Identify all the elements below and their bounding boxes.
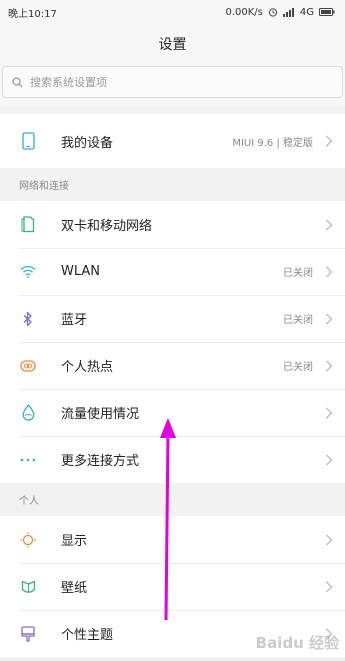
data-usage-icon [19,404,37,422]
search-container: 搜索系统设置项 [0,64,345,106]
wallpaper-icon [19,578,37,596]
chevron-right-icon [326,313,333,324]
status-icons: 0.00K/s 4G [225,7,335,18]
bluetooth-row[interactable]: 蓝牙 已关闭 [0,295,345,342]
more-dots-icon [19,451,37,469]
search-input[interactable]: 搜索系统设置项 [2,66,343,98]
phone-icon [19,132,37,150]
more-connections-label: 更多连接方式 [61,454,140,469]
network-type: 4G [299,6,314,18]
data-usage-row[interactable]: 流量使用情况 [0,389,345,436]
chevron-right-icon [326,407,333,418]
wallpaper-label: 壁纸 [61,581,88,596]
personal-section-heading: 个人 [0,483,345,516]
display-label: 显示 [61,534,88,549]
bluetooth-label: 蓝牙 [61,313,88,328]
hotspot-icon [19,357,37,375]
wlan-row[interactable]: WLAN 已关闭 [0,248,345,295]
chevron-right-icon [326,266,333,277]
bluetooth-status: 已关闭 [283,315,313,326]
network-section-heading: 网络和连接 [0,168,345,201]
status-bar: 晚上10:17 0.00K/s 4G [0,0,345,24]
my-device-version: MIUI 9.6 | 稳定版 [232,137,313,149]
sim-network-row[interactable]: 双卡和移动网络 [0,201,345,248]
chevron-right-icon [326,135,333,147]
wifi-icon [19,263,37,281]
watermark: Baidu 经验 [255,634,339,652]
net-speed: 0.00K/s [225,6,263,18]
hotspot-status: 已关闭 [283,362,313,373]
theme-icon [19,625,37,643]
network-section: 双卡和移动网络 WLAN 已关闭 蓝牙 已关闭 个人热点 已关闭 流量使用情况 [0,201,345,483]
battery-icon [319,8,335,16]
wallpaper-row[interactable]: 壁纸 [0,563,345,610]
status-time: 晚上10:17 [8,8,57,20]
chevron-right-icon [326,360,333,371]
data-usage-label: 流量使用情况 [61,407,140,422]
signal-icon [282,7,295,17]
wlan-status: 已关闭 [283,268,313,279]
alarm-icon [268,7,278,17]
display-icon [19,531,37,549]
page-title: 设置 [0,24,345,64]
chevron-right-icon [326,581,333,592]
display-row[interactable]: 显示 [0,516,345,563]
bluetooth-icon [19,310,37,328]
hotspot-label: 个人热点 [61,360,114,375]
chevron-right-icon [326,219,333,230]
search-icon [12,76,23,87]
more-connections-row[interactable]: 更多连接方式 [0,436,345,483]
my-device-label: 我的设备 [61,135,114,151]
sim-card-icon [19,216,37,234]
search-placeholder: 搜索系统设置项 [30,76,107,89]
wlan-label: WLAN [61,264,101,279]
my-device-row[interactable]: 我的设备 MIUI 9.6 | 稳定版 [0,114,345,168]
sim-network-label: 双卡和移动网络 [61,219,153,234]
device-section: 我的设备 MIUI 9.6 | 稳定版 [0,114,345,168]
chevron-right-icon [326,534,333,545]
chevron-right-icon [326,454,333,465]
hotspot-row[interactable]: 个人热点 已关闭 [0,342,345,389]
